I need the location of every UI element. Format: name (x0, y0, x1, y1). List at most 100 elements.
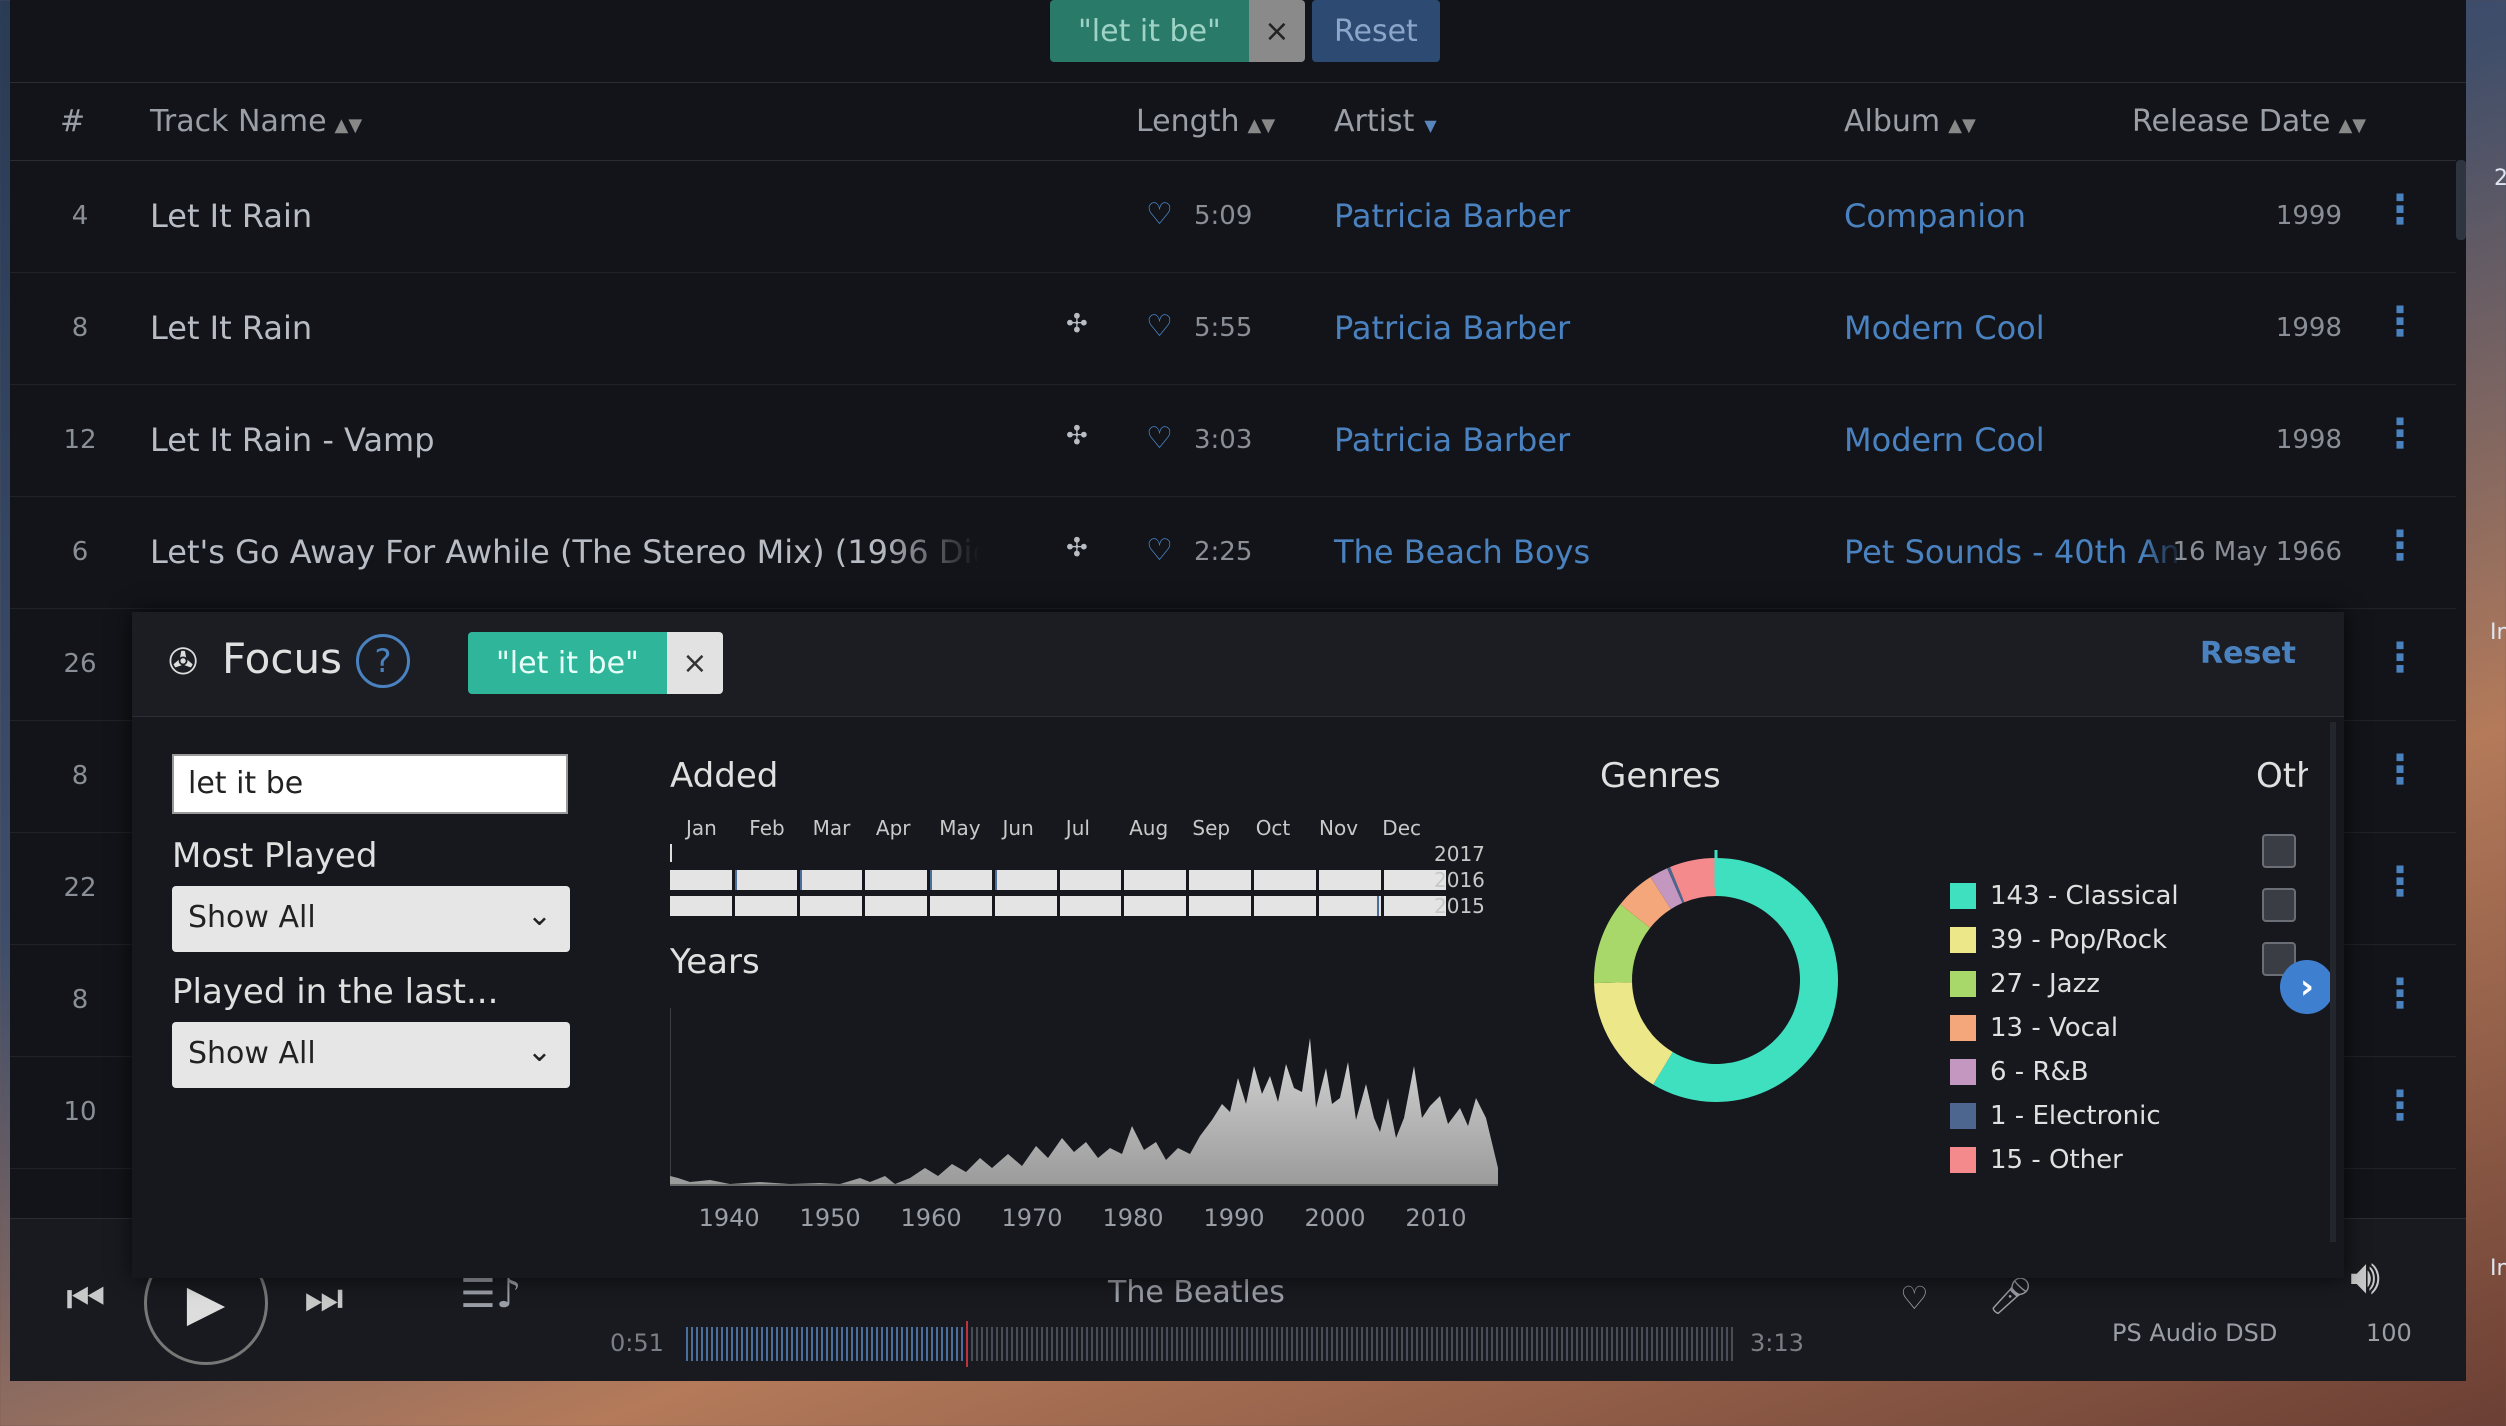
column-header-release-date[interactable]: Release Date ▲▼ (2132, 104, 2366, 139)
genre-legend-item[interactable]: 143 - Classical (1950, 874, 2179, 918)
added-calendar-2016[interactable] (670, 870, 1447, 890)
other-checkbox[interactable] (2262, 888, 2296, 922)
added-calendar-2015[interactable] (670, 896, 1447, 916)
years-area-chart[interactable] (670, 1008, 1498, 1186)
track-album-link[interactable]: Companion (1844, 197, 2184, 235)
track-album-link[interactable]: Pet Sounds - 40th Anniv (1844, 533, 2184, 571)
heart-icon[interactable]: ♡ (1146, 197, 1173, 232)
playhead[interactable] (966, 1321, 968, 1367)
track-number: 12 (63, 425, 97, 455)
calendar-month-cell[interactable] (734, 870, 797, 890)
focus-scrollbar[interactable] (2330, 722, 2336, 1242)
heart-icon[interactable]: ♡ (1146, 309, 1173, 344)
more-options-icon[interactable]: ⋮ (2380, 635, 2420, 681)
filter-chip-label: "let it be" (1050, 0, 1249, 62)
column-header-album[interactable]: Album ▲▼ (1844, 104, 1976, 139)
genre-legend-item[interactable]: 15 - Other (1950, 1138, 2179, 1182)
track-album-link[interactable]: Modern Cool (1844, 309, 2184, 347)
track-artist-link[interactable]: Patricia Barber (1334, 197, 1570, 235)
table-row[interactable]: 8 Let It Rain ✣ ♡ 5:55 Patricia Barber M… (10, 273, 2456, 385)
more-options-icon[interactable]: ⋮ (2380, 1083, 2420, 1129)
audio-device-name[interactable]: PS Audio DSD (2112, 1319, 2277, 1347)
more-options-icon[interactable]: ⋮ (2380, 971, 2420, 1017)
calendar-month-cell[interactable] (864, 870, 927, 890)
calendar-month-cell[interactable] (1059, 896, 1122, 916)
table-row[interactable]: 4 Let It Rain ♡ 5:09 Patricia Barber Com… (10, 161, 2456, 273)
calendar-month-cell[interactable] (929, 870, 992, 890)
genres-donut-chart[interactable] (1586, 850, 1846, 1110)
calendar-month-cell[interactable] (1124, 870, 1187, 890)
played-in-last-select[interactable]: Show All ⌄ (172, 1022, 570, 1088)
track-album-link[interactable]: Modern Cool (1844, 421, 2184, 459)
calendar-month-cell[interactable] (1059, 870, 1122, 890)
calendar-month-cell[interactable] (994, 896, 1057, 916)
genre-legend-item[interactable]: 13 - Vocal (1950, 1006, 2179, 1050)
next-track-icon[interactable]: ⏭ (304, 1273, 344, 1324)
most-played-select[interactable]: Show All ⌄ (172, 886, 570, 952)
calendar-month-cell[interactable] (929, 896, 992, 916)
heart-icon[interactable]: ♡ (1900, 1279, 1929, 1317)
track-name[interactable]: Let's Go Away For Awhile (The Stereo Mix… (150, 533, 980, 571)
calendar-month-cell[interactable] (670, 870, 732, 890)
column-header-length[interactable]: Length ▲▼ (1136, 104, 1275, 139)
calendar-month-cell[interactable] (799, 870, 862, 890)
focus-filter-chip[interactable]: "let it be" × (468, 632, 723, 694)
calendar-month-cell[interactable] (994, 870, 1057, 890)
calendar-month-cell[interactable] (1319, 896, 1382, 916)
calendar-month-cell[interactable] (1189, 896, 1252, 916)
more-options-icon[interactable]: ⋮ (2380, 859, 2420, 905)
microphone-icon[interactable]: 🎤︎ (1988, 1275, 2034, 1317)
track-artist-link[interactable]: Patricia Barber (1334, 309, 1570, 347)
genre-legend-item[interactable]: 1 - Electronic (1950, 1094, 2179, 1138)
calendar-mark (994, 870, 997, 890)
calendar-month-cell[interactable] (734, 896, 797, 916)
chevron-right-icon[interactable]: › (2280, 960, 2334, 1014)
more-options-icon[interactable]: ⋮ (2380, 299, 2420, 345)
more-options-icon[interactable]: ⋮ (2380, 523, 2420, 569)
track-number: 8 (71, 313, 89, 343)
month-label: Aug (1129, 816, 1169, 840)
more-options-icon[interactable]: ⋮ (2380, 187, 2420, 233)
track-length: 5:09 (1194, 201, 1253, 231)
reset-button[interactable]: Reset (1312, 0, 1440, 62)
calendar-month-cell[interactable] (1254, 870, 1317, 890)
calendar-month-cell[interactable] (1254, 896, 1317, 916)
calendar-month-cell[interactable] (1124, 896, 1187, 916)
track-artist-link[interactable]: The Beach Boys (1334, 533, 1590, 571)
chevron-down-icon: ⌄ (526, 1034, 552, 1069)
genre-legend-item[interactable]: 27 - Jazz (1950, 962, 2179, 1006)
more-options-icon[interactable]: ⋮ (2380, 747, 2420, 793)
focus-reset-button[interactable]: Reset (2200, 636, 2296, 671)
calendar-month-cell[interactable] (799, 896, 862, 916)
calendar-month-cell[interactable] (864, 896, 927, 916)
table-row[interactable]: 12 Let It Rain - Vamp ✣ ♡ 3:03 Patricia … (10, 385, 2456, 497)
calendar-month-cell[interactable] (670, 896, 732, 916)
legend-label: 143 - Classical (1990, 881, 2179, 911)
calendar-month-cell[interactable] (1189, 870, 1252, 890)
focus-search-input[interactable]: let it be (172, 754, 568, 814)
column-header-artist[interactable]: Artist ▼ (1334, 104, 1437, 139)
close-icon[interactable]: × (1248, 0, 1305, 62)
track-name[interactable]: Let It Rain (150, 197, 970, 235)
volume-icon[interactable]: 🔊︎ (2350, 1249, 2380, 1306)
list-scrollbar[interactable] (2456, 160, 2466, 240)
close-icon[interactable]: × (666, 632, 723, 694)
track-artist-link[interactable]: Patricia Barber (1334, 421, 1570, 459)
now-playing-artist[interactable]: The Beatles (1108, 1275, 1285, 1310)
year-tick-label: 1970 (1001, 1204, 1063, 1232)
heart-icon[interactable]: ♡ (1146, 421, 1173, 456)
previous-track-icon[interactable]: ⏮ (66, 1273, 106, 1324)
track-name[interactable]: Let It Rain (150, 309, 970, 347)
track-name[interactable]: Let It Rain - Vamp (150, 421, 970, 459)
genre-legend-item[interactable]: 39 - Pop/Rock (1950, 918, 2179, 962)
column-header-track[interactable]: Track Name ▲▼ (150, 104, 362, 139)
calendar-month-cell[interactable] (1319, 870, 1382, 890)
help-button[interactable]: ? (356, 634, 410, 688)
more-options-icon[interactable]: ⋮ (2380, 411, 2420, 457)
other-checkbox[interactable] (2262, 834, 2296, 868)
genre-legend-item[interactable]: 6 - R&B (1950, 1050, 2179, 1094)
filter-chip[interactable]: "let it be" × (1050, 0, 1305, 62)
genre-slice[interactable] (1594, 982, 1673, 1085)
heart-icon[interactable]: ♡ (1146, 533, 1173, 568)
table-row[interactable]: 6 Let's Go Away For Awhile (The Stereo M… (10, 497, 2456, 609)
